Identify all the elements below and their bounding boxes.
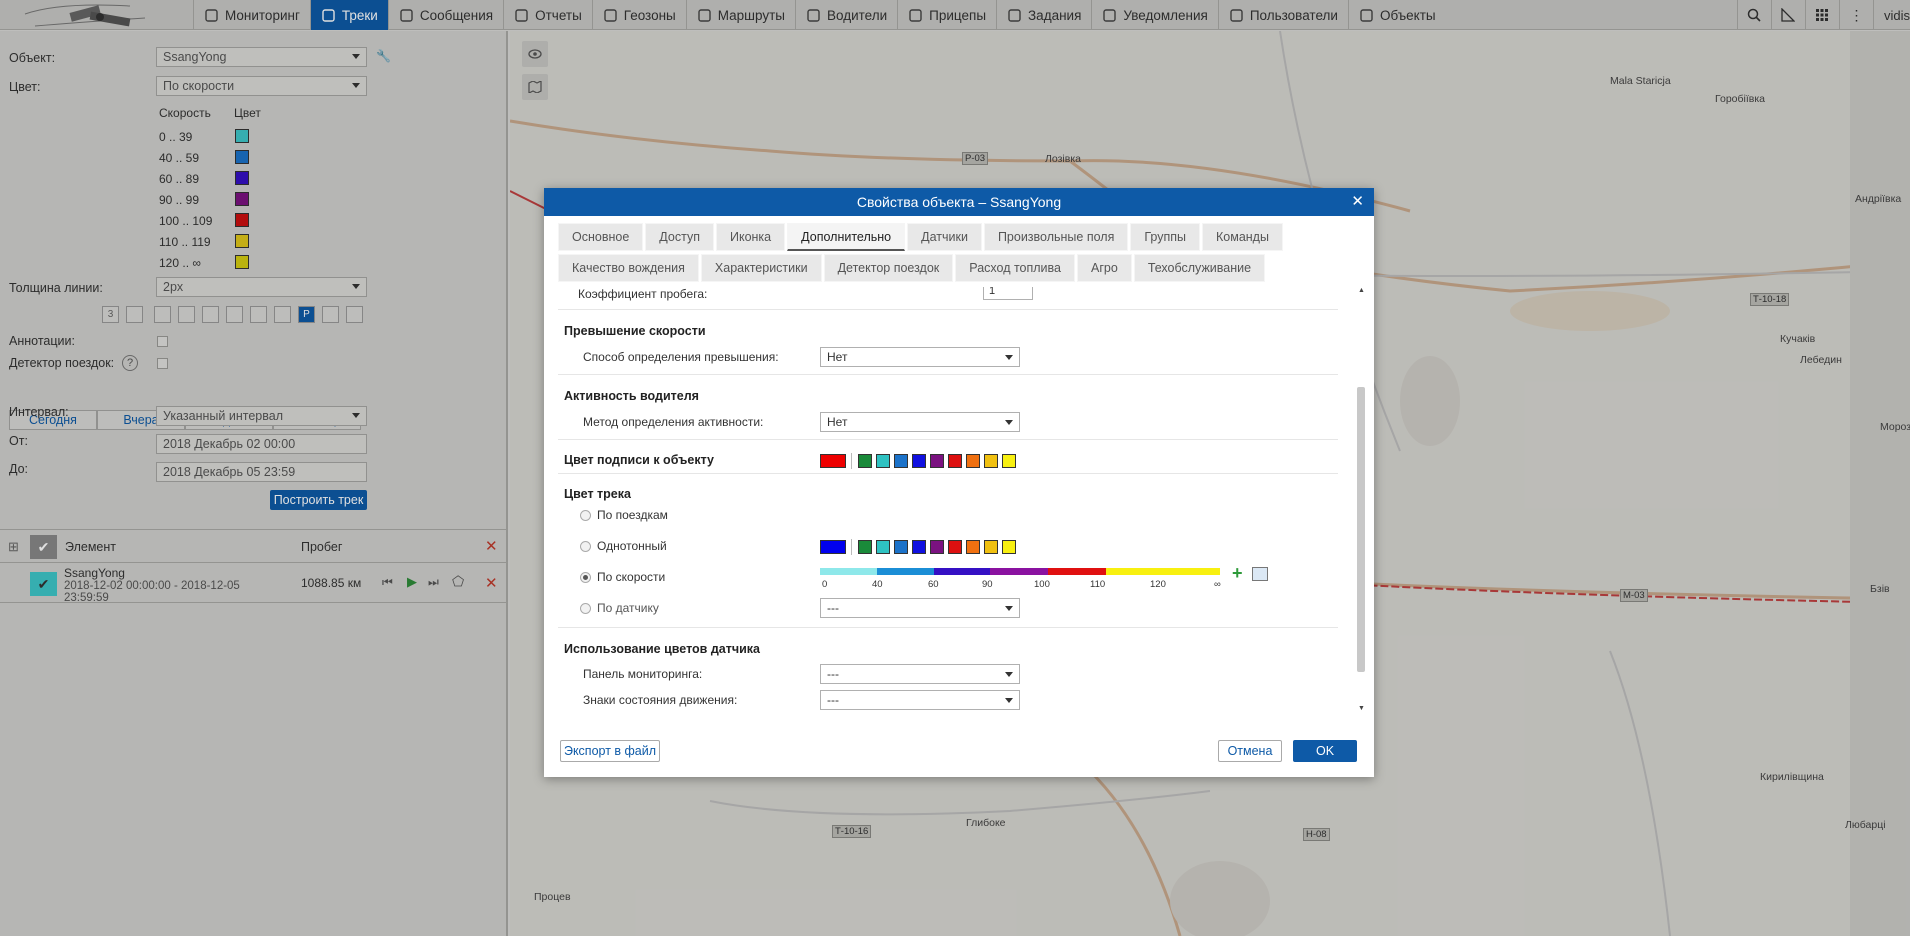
scroll-down-icon[interactable]: ▼ [1358, 705, 1365, 712]
monitor-panel-label: Панель мониторинга: [583, 667, 703, 681]
advanced-tab-content: Коэффициент пробега: 1 Превышение скорос… [558, 287, 1353, 715]
divider [558, 473, 1338, 474]
track-color-title: Цвет трека [564, 487, 631, 501]
label-color-palette [820, 453, 1020, 469]
speed-bar-label: ∞ [1214, 579, 1221, 590]
speed-bar-label: 120 [1150, 579, 1166, 590]
by-trips-radio[interactable] [580, 510, 591, 521]
motion-signs-label: Знаки состояния движения: [583, 693, 738, 707]
palette-color-swatch[interactable] [1002, 454, 1016, 468]
speed-bar-label: 60 [928, 579, 939, 590]
single-color-palette [820, 539, 1020, 555]
label-color-title: Цвет подписи к объекту [564, 453, 714, 467]
tab-1-5[interactable]: Техобслуживание [1133, 254, 1266, 282]
speed-segment [1106, 568, 1220, 575]
tab-1-3[interactable]: Расход топлива [955, 254, 1075, 282]
tab-0-6[interactable]: Группы [1130, 223, 1200, 251]
tab-row-2: Качество вождения Характеристики Детектор … [558, 254, 1358, 282]
palette-color-swatch[interactable] [858, 454, 872, 468]
divider [558, 374, 1338, 375]
by-trips-label: По поездкам [597, 508, 668, 522]
tab-0-0[interactable]: Основное [558, 223, 644, 251]
palette-color-swatch[interactable] [912, 454, 926, 468]
speed-segment [1048, 568, 1106, 575]
tab-0-2[interactable]: Иконка [715, 223, 786, 251]
palette-color-swatch[interactable] [876, 540, 890, 554]
tab-1-0[interactable]: Качество вождения [558, 254, 699, 282]
speeding-method-select[interactable]: Нет [820, 347, 1020, 367]
close-icon[interactable]: ✕ [1351, 188, 1364, 216]
by-speed-radio[interactable] [580, 572, 591, 583]
edit-ranges-icon[interactable] [1252, 567, 1268, 581]
divider [558, 309, 1338, 310]
palette-color-swatch[interactable] [930, 540, 944, 554]
by-speed-label: По скорости [597, 570, 666, 584]
palette-color-swatch[interactable] [930, 454, 944, 468]
speed-bar-label: 40 [872, 579, 883, 590]
speed-gradient [820, 568, 1220, 575]
palette-color-swatch[interactable] [984, 540, 998, 554]
selected-color-swatch[interactable] [820, 454, 846, 468]
scroll-up-icon[interactable]: ▲ [1358, 287, 1365, 294]
tab-1-1[interactable]: Характеристики [700, 254, 822, 282]
dialog-tabs: Основное Доступ Иконка Дополнительно Датчики… [558, 223, 1358, 285]
divider [558, 627, 1338, 628]
ok-button[interactable]: OK [1293, 740, 1357, 762]
by-sensor-label: По датчику [597, 601, 659, 615]
scrollbar-thumb[interactable] [1357, 387, 1365, 672]
driver-activity-label: Метод определения активности: [583, 415, 764, 429]
palette-divider [851, 539, 852, 555]
palette-color-swatch[interactable] [948, 454, 962, 468]
speeding-section-title: Превышение скорости [564, 324, 706, 338]
single-color-radio[interactable] [580, 541, 591, 552]
export-file-button[interactable]: Экспорт в файл [560, 740, 660, 762]
palette-color-swatch[interactable] [966, 454, 980, 468]
tab-0-7[interactable]: Команды [1202, 223, 1283, 251]
by-sensor-radio[interactable] [580, 603, 591, 614]
palette-color-swatch[interactable] [966, 540, 980, 554]
speed-segment [990, 568, 1048, 575]
tab-row-1: Основное Доступ Иконка Дополнительно Датчики… [558, 223, 1358, 251]
object-properties-dialog: Свойства объекта – SsangYong ✕ Основное Д… [544, 188, 1374, 777]
cancel-button[interactable]: Отмена [1218, 740, 1282, 762]
add-range-icon[interactable]: + [1232, 563, 1243, 584]
speed-segment [934, 568, 990, 575]
selected-color-swatch[interactable] [820, 540, 846, 554]
palette-color-swatch[interactable] [858, 540, 872, 554]
speed-segment [877, 568, 934, 575]
tab-0-4[interactable]: Датчики [907, 223, 982, 251]
content-scrollbar[interactable]: ▲ ▼ [1356, 287, 1366, 715]
tab-0-5[interactable]: Произвольные поля [983, 223, 1129, 251]
speed-segment [820, 568, 877, 575]
speed-bar-label: 0 [822, 579, 828, 590]
speed-bar-label: 110 [1090, 579, 1106, 590]
mileage-coef-input[interactable]: 1 [983, 287, 1033, 300]
palette-color-swatch[interactable] [984, 454, 998, 468]
tab-1-4[interactable]: Агро [1077, 254, 1132, 282]
mileage-coef-label: Коэффициент пробега: [578, 287, 708, 301]
tab-1-2[interactable]: Детектор поездок [823, 254, 954, 282]
dialog-header: Свойства объекта – SsangYong ✕ [544, 188, 1374, 216]
palette-color-swatch[interactable] [894, 454, 908, 468]
single-color-label: Однотонный [597, 539, 667, 553]
monitor-panel-select[interactable]: --- [820, 664, 1020, 684]
dialog-title: Свойства объекта – SsangYong [856, 194, 1062, 210]
motion-signs-select[interactable]: --- [820, 690, 1020, 710]
palette-color-swatch[interactable] [894, 540, 908, 554]
sensor-select[interactable]: --- [820, 598, 1020, 618]
divider [558, 439, 1338, 440]
speeding-method-label: Способ определения превышения: [583, 350, 779, 364]
driver-activity-section-title: Активность водителя [564, 389, 699, 403]
speed-bar-label: 90 [982, 579, 993, 590]
tab-0-3[interactable]: Дополнительно [787, 223, 906, 251]
palette-color-swatch[interactable] [1002, 540, 1016, 554]
palette-color-swatch[interactable] [948, 540, 962, 554]
tab-0-1[interactable]: Доступ [645, 223, 714, 251]
palette-color-swatch[interactable] [912, 540, 926, 554]
sensor-colors-title: Использование цветов датчика [564, 642, 761, 656]
driver-activity-select[interactable]: Нет [820, 412, 1020, 432]
palette-divider [851, 453, 852, 469]
palette-color-swatch[interactable] [876, 454, 890, 468]
speed-bar-label: 100 [1034, 579, 1050, 590]
